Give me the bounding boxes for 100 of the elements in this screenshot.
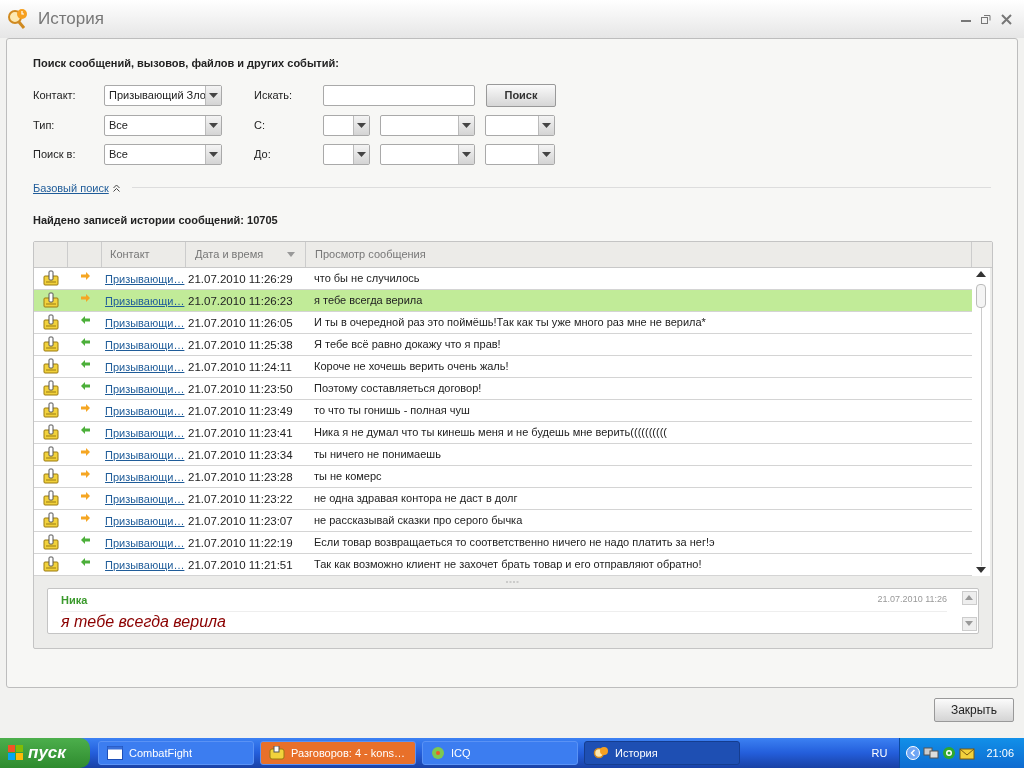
left-arrow-icon <box>80 536 90 544</box>
contact-link[interactable]: Призывающи… <box>105 427 185 440</box>
window-icon <box>107 746 123 760</box>
vertical-scrollbar[interactable] <box>972 267 990 576</box>
type-dropdown[interactable]: Все <box>104 114 222 136</box>
day-dropdown[interactable] <box>323 143 370 165</box>
table-cell-text: 21.07.2010 11:21:51 <box>187 557 294 573</box>
table-row[interactable]: Призывающи… 21.07.2010 11:23:41 Ника я не думал что ты кинешь меня и не будешь мне верить(((((((((( <box>34 421 972 444</box>
sort-caret-icon[interactable] <box>287 251 295 257</box>
table-row[interactable]: Призывающи… 21.07.2010 11:23:22 не одна здравая контора не даст в долг <box>34 487 972 510</box>
contact-link[interactable]: Призывающи… <box>105 515 185 528</box>
dropdown-caret-icon[interactable] <box>538 115 554 135</box>
triangle-down-icon <box>965 621 973 626</box>
restore-icon[interactable] <box>981 14 991 24</box>
contact-link[interactable]: Призывающи… <box>105 339 185 352</box>
table-row[interactable]: Призывающи… 21.07.2010 11:26:23 я тебе всегда верила <box>34 289 972 312</box>
clipboard-icon <box>43 270 59 286</box>
preview-scrollbar[interactable] <box>960 588 978 633</box>
dropdown-caret-icon[interactable] <box>205 85 221 105</box>
field-label: Контакт: <box>33 87 77 103</box>
contact-link[interactable]: Призывающи… <box>105 493 185 506</box>
target-icon[interactable] <box>942 746 957 760</box>
dropdown-caret-icon[interactable] <box>353 144 369 164</box>
taskbar-button[interactable]: ICQ <box>422 741 578 765</box>
taskbar-button[interactable]: История <box>584 741 740 765</box>
contact-link[interactable]: Призывающи… <box>105 537 185 550</box>
close-button[interactable]: Закрыть <box>934 698 1014 722</box>
table-row[interactable]: Призывающи… 21.07.2010 11:24:11 Короче не хочешь верить очень жаль! <box>34 355 972 378</box>
scroll-thumb[interactable] <box>976 283 986 308</box>
clipboard-icon <box>43 468 59 484</box>
contact-link[interactable]: Призывающи… <box>105 405 185 418</box>
dropdown-caret-icon[interactable] <box>205 115 221 135</box>
table-cell-text: Короче не хочешь верить очень жаль! <box>313 358 510 374</box>
table-cell-text: 21.07.2010 11:26:05 <box>187 315 294 331</box>
sender-name: Ника <box>61 592 89 608</box>
table-row[interactable]: Призывающи… 21.07.2010 11:23:49 то что ты гонишь - полная чуш <box>34 399 972 422</box>
column-header[interactable]: Просмотр сообщения <box>315 245 426 263</box>
table-cell-text: 21.07.2010 11:23:34 <box>187 447 294 463</box>
dropdown-caret-icon[interactable] <box>538 144 554 164</box>
table-row[interactable]: Призывающи… 21.07.2010 11:22:19 Если товар возвращаеться то соответственно ничего не надо платить за нег!э <box>34 531 972 554</box>
contact-link[interactable]: Призывающи… <box>105 317 185 330</box>
dropdown-caret-icon[interactable] <box>458 144 474 164</box>
contact-link[interactable]: Призывающи… <box>105 361 185 374</box>
contact-link[interactable]: Призывающи… <box>105 471 185 484</box>
table-row[interactable]: Призывающи… 21.07.2010 11:23:07 не рассказывай сказки про серого бычка <box>34 509 972 532</box>
right-arrow-icon <box>80 514 90 522</box>
triangle-up-icon <box>965 595 973 600</box>
scroll-up-button[interactable] <box>961 590 977 605</box>
table-row[interactable]: Призывающи… 21.07.2010 11:23:50 Поэтому составляеться договор! <box>34 377 972 400</box>
table-row[interactable]: Призывающи… 21.07.2010 11:26:05 И ты в очередной раз это поймёшь!Так как ты уже много раз мне не верила* <box>34 311 972 334</box>
clipboard-icon <box>43 358 59 374</box>
right-arrow-icon <box>80 272 90 280</box>
field-label: До: <box>254 146 272 162</box>
contact-link[interactable]: Призывающи… <box>105 449 185 462</box>
search-input[interactable] <box>323 84 475 106</box>
language-indicator[interactable]: RU <box>871 744 888 762</box>
column-header[interactable]: Дата и время <box>195 245 287 263</box>
table-cell-text: Поэтому составляеться договор! <box>313 380 483 396</box>
search-in-dropdown[interactable]: Все <box>104 143 222 165</box>
table-row[interactable]: Призывающи… 21.07.2010 11:21:51 Так как возможно клиент не захочет брать товар и его отправляют обратно! <box>34 553 972 576</box>
table-cell-text: то что ты гонишь - полная чуш <box>313 402 471 418</box>
table-row[interactable]: Призывающи… 21.07.2010 11:26:29 что бы не случилось <box>34 267 972 290</box>
table-cell-text: 21.07.2010 11:23:50 <box>187 381 294 397</box>
splitter-grip-icon[interactable] <box>506 580 520 583</box>
dropdown-caret-icon[interactable] <box>353 115 369 135</box>
table-cell-text: ты ничего не понимаешь <box>313 446 442 462</box>
network-icon[interactable] <box>923 746 940 760</box>
basic-search-link[interactable]: Базовый поиск <box>33 179 109 196</box>
search-button[interactable]: Поиск <box>486 83 556 107</box>
contact-link[interactable]: Призывающи… <box>105 559 185 572</box>
right-arrow-icon <box>80 470 90 478</box>
table-cell-text: 21.07.2010 11:23:49 <box>187 403 294 419</box>
dropdown-caret-icon[interactable] <box>458 115 474 135</box>
contact-dropdown[interactable]: Призывающий Зло <box>104 84 222 106</box>
table-row[interactable]: Призывающи… 21.07.2010 11:23:28 ты не комерс <box>34 465 972 488</box>
taskbar-button[interactable]: CombatFight <box>98 741 254 765</box>
table-cell-text: 21.07.2010 11:26:23 <box>187 293 294 309</box>
left-arrow-icon <box>80 426 90 434</box>
double-chevron-up-icon[interactable] <box>112 183 120 192</box>
dropdown-caret-icon[interactable] <box>205 144 221 164</box>
contact-link[interactable]: Призывающи… <box>105 273 185 286</box>
envelope-icon[interactable] <box>959 746 976 760</box>
message-text: я тебе всегда верила <box>61 611 227 632</box>
column-header[interactable]: Контакт <box>110 245 150 263</box>
contact-link[interactable]: Призывающи… <box>105 295 185 308</box>
chevron-left-icon[interactable] <box>906 746 921 760</box>
windows-flag-icon <box>8 745 24 761</box>
section-heading: Поиск сообщений, вызовов, файлов и других событий: <box>33 56 340 71</box>
left-arrow-icon <box>80 382 90 390</box>
day-dropdown[interactable] <box>323 114 370 136</box>
scroll-down-button[interactable] <box>961 616 977 631</box>
table-row[interactable]: Призывающи… 21.07.2010 11:25:38 Я тебе всё равно докажу что я прав! <box>34 333 972 356</box>
table-cell-text: 21.07.2010 11:23:41 <box>187 425 294 441</box>
table-cell-text: 21.07.2010 11:24:11 <box>187 359 293 375</box>
scroll-down-icon[interactable] <box>976 565 986 574</box>
table-cell-text: 21.07.2010 11:23:22 <box>187 491 294 507</box>
contact-link[interactable]: Призывающи… <box>105 383 185 396</box>
clipboard-icon <box>43 380 59 396</box>
close-icon[interactable] <box>1001 13 1012 25</box>
table-row[interactable]: Призывающи… 21.07.2010 11:23:34 ты ничего не понимаешь <box>34 443 972 466</box>
